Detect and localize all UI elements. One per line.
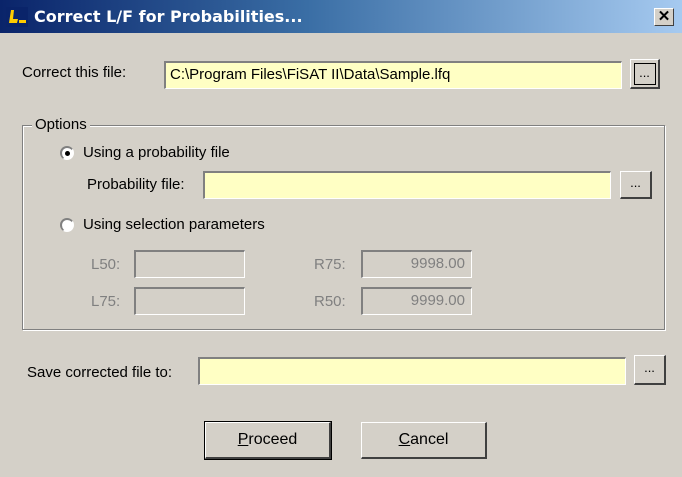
- save-file-browse-button[interactable]: ...: [634, 355, 666, 385]
- r75-label: R75:: [314, 256, 346, 273]
- r50-input[interactable]: 9999.00: [361, 287, 472, 315]
- l50-label: L50:: [91, 256, 121, 273]
- correct-file-browse-button[interactable]: ...: [630, 59, 660, 89]
- selection-parameters-radio[interactable]: [60, 218, 74, 232]
- cancel-button[interactable]: Cancel: [361, 422, 487, 459]
- proceed-button[interactable]: Proceed: [204, 421, 332, 460]
- cancel-label-rest: ancel: [410, 431, 449, 448]
- save-file-input[interactable]: [198, 357, 626, 385]
- probability-file-label: Probability file:: [87, 176, 185, 193]
- r50-label: R50:: [314, 293, 346, 310]
- proceed-mnemonic: P: [237, 431, 249, 448]
- cancel-mnemonic: C: [398, 431, 411, 448]
- correct-file-label: Correct this file:: [22, 64, 127, 81]
- selection-parameters-radio-label[interactable]: Using selection parameters: [83, 216, 265, 233]
- l75-label: L75:: [91, 293, 121, 310]
- title-bar[interactable]: Correct L/F for Probabilities... ✕: [0, 0, 682, 33]
- options-legend: Options: [32, 116, 90, 133]
- probability-file-radio-label[interactable]: Using a probability file: [83, 144, 230, 161]
- app-icon: [6, 7, 28, 27]
- close-icon: ✕: [657, 8, 671, 25]
- proceed-label-rest: roceed: [248, 431, 298, 448]
- close-button[interactable]: ✕: [654, 8, 674, 26]
- probability-file-input[interactable]: [203, 171, 611, 199]
- correct-file-input[interactable]: C:\Program Files\FiSAT II\Data\Sample.lf…: [164, 61, 622, 89]
- save-file-label: Save corrected file to:: [27, 364, 173, 381]
- probability-file-radio[interactable]: [60, 146, 74, 160]
- l50-input[interactable]: [134, 250, 245, 278]
- l75-input[interactable]: [134, 287, 245, 315]
- r75-input[interactable]: 9998.00: [361, 250, 472, 278]
- window-title: Correct L/F for Probabilities...: [34, 7, 303, 26]
- radio-selected-dot: [65, 151, 70, 156]
- probability-file-browse-button[interactable]: ...: [620, 171, 652, 199]
